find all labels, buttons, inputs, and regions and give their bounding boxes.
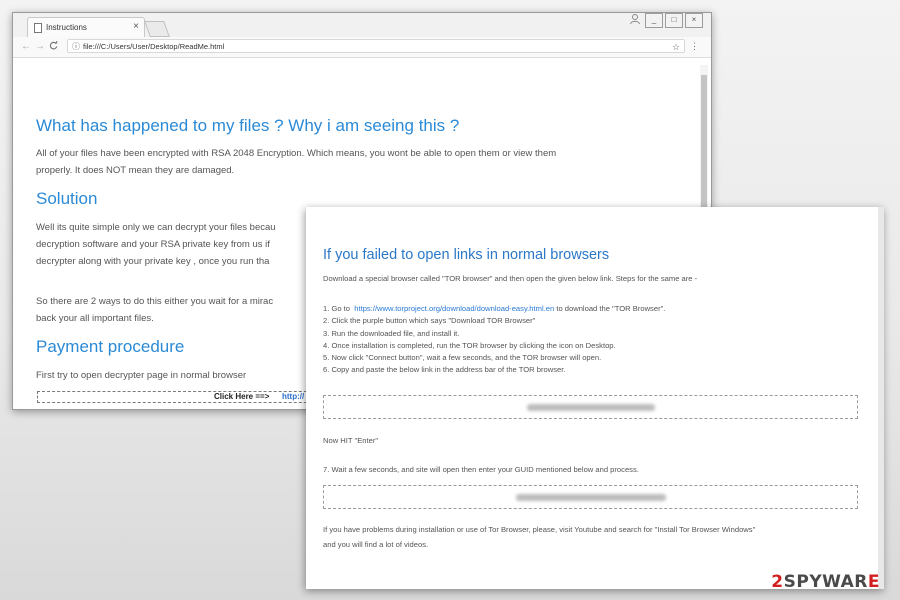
step-3: 3. Run the downloaded file, and install … [323, 328, 460, 338]
back-arrow-icon[interactable]: ← [21, 41, 31, 52]
torproject-link[interactable]: https://www.torproject.org/download/down… [354, 304, 554, 313]
2spyware-logo: 2SPYWARE [771, 572, 880, 592]
paragraph-solution-line1: Well its quite simple only we can decryp… [36, 222, 276, 233]
browser-tab[interactable]: Instructions × [27, 17, 145, 37]
bookmark-star-icon[interactable]: ☆ [672, 40, 680, 54]
intro-text: Download a special browser called "TOR b… [323, 274, 698, 283]
menu-icon[interactable]: ⋮ [690, 41, 699, 52]
title-bar: Instructions × _ □ × [13, 13, 711, 37]
paragraph-solution-line3: decrypter along with your private key , … [36, 256, 270, 267]
url-text: file:///C:/Users/User/Desktop/ReadMe.htm… [83, 42, 225, 51]
step-4: 4. Once installation is completed, run t… [323, 340, 616, 350]
onion-link-box[interactable] [323, 395, 858, 419]
maximize-button[interactable]: □ [665, 13, 683, 28]
info-icon[interactable]: ⓘ [72, 40, 80, 54]
paragraph-ways-line2: back your all important files. [36, 313, 154, 324]
problems-text-line2: and you will find a lot of videos. [323, 540, 429, 549]
tab-title: Instructions [46, 23, 87, 32]
heading-failed-links: If you failed to open links in normal br… [323, 247, 610, 263]
address-bar[interactable]: ⓘ file:///C:/Users/User/Desktop/ReadMe.h… [67, 39, 685, 53]
heading-what-happened: What has happened to my files ? Why i am… [36, 116, 460, 135]
click-here-box: Click Here ==> http:// [37, 391, 327, 403]
decrypter-link[interactable]: http:// [282, 392, 304, 402]
paragraph-solution-line2: decryption software and your RSA private… [36, 239, 270, 250]
blurred-guid [516, 494, 666, 501]
forward-arrow-icon[interactable]: → [35, 41, 45, 52]
step-1: 1. Go to https://www.torproject.org/down… [323, 304, 666, 313]
paragraph-encrypted-line1: All of your files have been encrypted wi… [36, 148, 557, 159]
document-icon [34, 23, 42, 33]
blurred-link [527, 404, 655, 411]
window-controls: _ □ × [625, 13, 703, 31]
step-6: 6. Copy and paste the below link in the … [323, 365, 566, 375]
click-here-label: Click Here ==> [214, 392, 270, 401]
step-5: 5. Now click "Connect button", wait a fe… [323, 353, 602, 363]
step-7: 7. Wait a few seconds, and site will ope… [323, 465, 639, 474]
browser-toolbar: ← → ⓘ file:///C:/Users/User/Desktop/Read… [13, 37, 711, 58]
close-window-button[interactable]: × [685, 13, 703, 28]
paragraph-ways-line1: So there are 2 ways to do this either yo… [36, 296, 274, 307]
problems-text-line1: If you have problems during installation… [323, 525, 756, 534]
step-2: 2. Click the purple button which says "D… [323, 316, 536, 326]
reload-icon[interactable] [49, 41, 58, 53]
tab-close-icon[interactable]: × [133, 21, 139, 32]
heading-solution: Solution [36, 189, 98, 208]
guid-box[interactable] [323, 485, 858, 509]
profile-icon[interactable] [627, 13, 643, 26]
paragraph-encrypted-line2: properly. It does NOT mean they are dama… [36, 165, 235, 176]
paragraph-payment: First try to open decrypter page in norm… [36, 370, 247, 381]
steps-list: 1. Go to https://www.torproject.org/down… [323, 303, 665, 377]
minimize-button[interactable]: _ [645, 13, 663, 28]
hit-enter-text: Now HIT "Enter" [323, 436, 379, 445]
tor-instructions-page: If you failed to open links in normal br… [306, 207, 884, 589]
heading-payment-procedure: Payment procedure [36, 337, 185, 356]
page-edge [878, 207, 884, 589]
new-tab-button[interactable] [144, 21, 170, 37]
